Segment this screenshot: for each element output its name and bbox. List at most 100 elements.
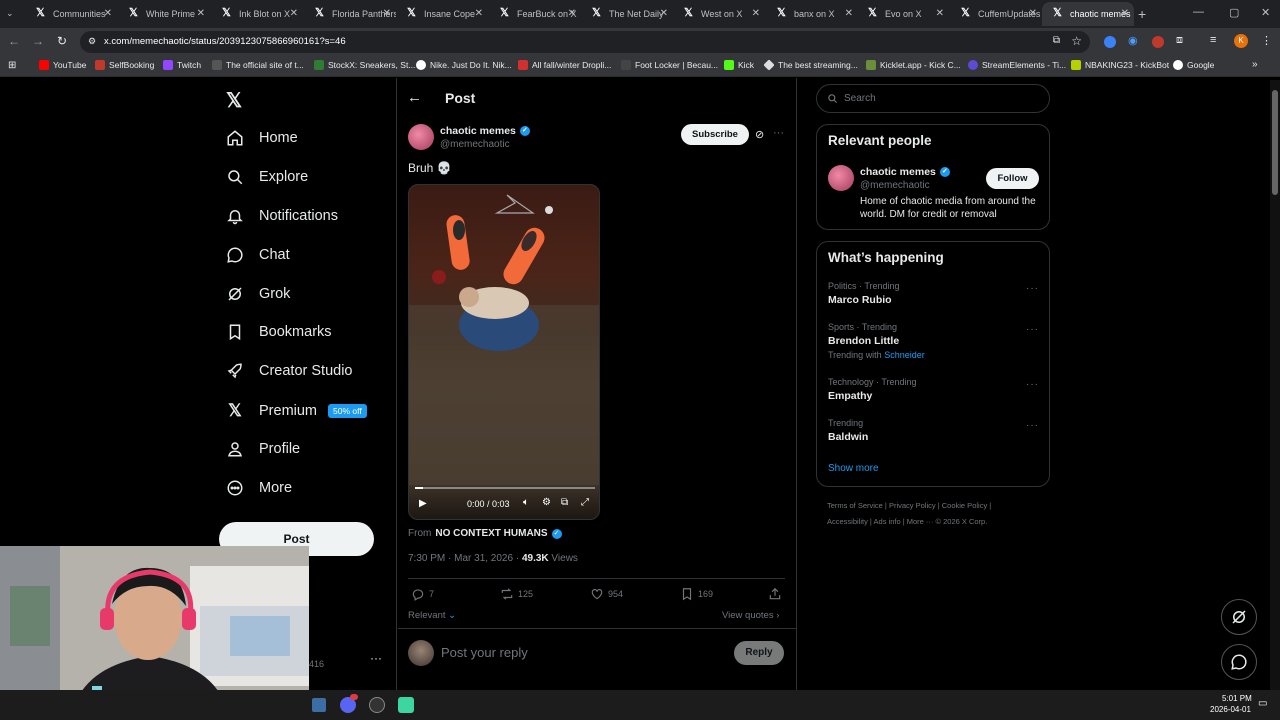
bookmark-item[interactable]: The best streaming... (763, 59, 858, 71)
taskbar-time[interactable]: 5:01 PM (1222, 694, 1252, 703)
bookmark-item[interactable]: Google (1173, 60, 1214, 70)
new-tab-icon[interactable]: + (1138, 6, 1146, 22)
bookmark-item[interactable]: The official site of t... (212, 60, 304, 70)
back-icon[interactable]: ← (8, 34, 20, 48)
bookmark-item[interactable]: YouTube (39, 60, 86, 70)
bookmark-item[interactable]: Twitch (163, 60, 201, 70)
browser-tab[interactable]: 𝕏 Evo on X ✕ (857, 2, 949, 26)
tab-search-icon[interactable]: ⌄ (6, 8, 20, 22)
account-switcher-count[interactable]: 416 (309, 659, 324, 669)
like-action[interactable]: 954 (590, 587, 623, 601)
bookmark-item[interactable]: Kicklet.app - Kick C... (866, 60, 961, 70)
install-icon[interactable]: ⧉ (1053, 35, 1060, 46)
bookmark-item[interactable]: Nike. Just Do It. Nik... (416, 60, 512, 70)
close-tab-icon[interactable]: ✕ (290, 8, 298, 19)
trend-more-icon[interactable]: ··· (1026, 283, 1039, 294)
close-tab-icon[interactable]: ✕ (1121, 8, 1129, 19)
nav-chat[interactable]: Chat (226, 246, 290, 264)
close-tab-icon[interactable]: ✕ (197, 8, 205, 19)
source-account-link[interactable]: NO CONTEXT HUMANS (435, 528, 547, 539)
subscribe-button[interactable]: Subscribe (681, 124, 749, 145)
browser-tab[interactable]: 𝕏 CuffemUpdates ✕ (950, 2, 1042, 26)
trend-more-icon[interactable]: ··· (1026, 324, 1039, 335)
reply-button[interactable]: Reply (734, 641, 784, 665)
bookmark-item[interactable]: StockX: Sneakers, St... (314, 60, 415, 70)
taskbar-app-icon[interactable] (398, 697, 414, 713)
show-more-link[interactable]: Show more (828, 463, 879, 474)
footer-links[interactable]: Terms of Service | Privacy Policy | Cook… (827, 501, 991, 510)
more-options-icon[interactable]: ··· (773, 127, 784, 139)
browser-tab[interactable]: 𝕏 Ink Blot on X ✕ (211, 2, 303, 26)
apps-grid-icon[interactable]: ⊞ (8, 60, 16, 71)
browser-tab[interactable]: 𝕏 Insane Cope ✕ (396, 2, 488, 26)
extension-icon[interactable] (1104, 36, 1116, 48)
author-name[interactable]: chaotic memes ✓ (440, 125, 530, 137)
nav-profile[interactable]: Profile (226, 440, 300, 458)
star-icon[interactable]: ☆ (1071, 34, 1082, 48)
person-name[interactable]: chaotic memes ✓ (860, 166, 950, 178)
close-tab-icon[interactable]: ✕ (104, 8, 112, 19)
messages-float-button[interactable] (1221, 644, 1257, 680)
trend-item[interactable]: Sports · Trending Brendon Little (828, 322, 899, 347)
share-action[interactable] (768, 587, 782, 601)
volume-icon[interactable]: 🔈︎ (523, 497, 529, 508)
page-scrollbar[interactable] (1270, 80, 1280, 690)
bookmark-item[interactable]: NBAKING23 - KickBot (1071, 60, 1169, 70)
trend-more-icon[interactable]: ··· (1026, 379, 1039, 390)
browser-tab-active[interactable]: 𝕏chaotic memes ✕ (1042, 2, 1134, 26)
menu-icon[interactable]: ⋮ (1261, 34, 1272, 47)
video-progress-bar[interactable] (415, 487, 595, 489)
close-tab-icon[interactable]: ✕ (1029, 8, 1037, 19)
nav-more[interactable]: More (226, 479, 292, 497)
nav-creator-studio[interactable]: Creator Studio (226, 362, 353, 380)
video-player[interactable]: ▶ 0:00 / 0:03 🔈︎ ⚙ ⧉ ⤢ (408, 184, 600, 520)
close-tab-icon[interactable]: ✕ (475, 8, 483, 19)
post-timestamp[interactable]: 7:30 PM · Mar 31, 2026 · (408, 553, 522, 564)
grok-analyze-icon[interactable]: ⊘ (755, 128, 764, 141)
follow-button[interactable]: Follow (986, 168, 1039, 189)
author-avatar[interactable] (408, 124, 434, 150)
reply-sort-dropdown[interactable]: Relevant ⌄ (408, 610, 456, 621)
trend-related-link[interactable]: Schneider (884, 350, 925, 360)
close-tab-icon[interactable]: ✕ (845, 8, 853, 19)
notification-center-icon[interactable]: ▭ (1258, 698, 1267, 709)
extensions-puzzle-icon[interactable]: ⧈ (1176, 34, 1183, 47)
address-bar[interactable]: ⚙ x.com/memechaotic/status/2039123075866… (80, 31, 1090, 53)
search-input[interactable]: Search (816, 84, 1050, 113)
bookmark-action[interactable]: 169 (680, 587, 713, 601)
browser-tab[interactable]: 𝕏 The Net Daily ✕ (581, 2, 673, 26)
minimize-icon[interactable]: — (1193, 6, 1204, 18)
site-info-icon[interactable]: ⚙ (88, 36, 96, 47)
close-tab-icon[interactable]: ✕ (936, 8, 944, 19)
bookmark-item[interactable]: Foot Locker | Becau... (621, 60, 718, 70)
close-tab-icon[interactable]: ✕ (568, 8, 576, 19)
play-icon[interactable]: ▶ (419, 498, 427, 509)
current-user-avatar[interactable] (408, 640, 434, 666)
back-arrow-icon[interactable]: ← (407, 89, 422, 106)
repost-action[interactable]: 125 (500, 587, 533, 601)
forward-icon[interactable]: → (32, 34, 44, 48)
account-more-icon[interactable]: ··· (370, 651, 382, 665)
person-handle[interactable]: @memechaotic (860, 180, 930, 191)
close-tab-icon[interactable]: ✕ (752, 8, 760, 19)
footer-links[interactable]: Accessibility | Ads info | More ··· © 20… (827, 517, 987, 526)
pip-icon[interactable]: ⧉ (561, 497, 568, 508)
browser-tab[interactable]: 𝕏 Florida Panthers ✕ (304, 2, 396, 26)
settings-gear-icon[interactable]: ⚙ (542, 497, 551, 508)
reply-action[interactable]: 7 (411, 587, 434, 601)
close-tab-icon[interactable]: ✕ (383, 8, 391, 19)
browser-tab[interactable]: 𝕏banx on X ✕ (766, 2, 858, 26)
nav-notifications[interactable]: Notifications (226, 207, 338, 225)
x-logo-icon[interactable]: 𝕏 (226, 88, 242, 113)
bookmark-item[interactable]: SelfBooking (95, 60, 154, 70)
taskbar-date[interactable]: 2026-04-01 (1210, 705, 1251, 714)
browser-tab[interactable]: 𝕏 White Prime ✕ (118, 2, 210, 26)
nav-explore[interactable]: Explore (226, 168, 308, 186)
bookmark-item[interactable]: StreamElements - Ti... (968, 60, 1066, 70)
close-tab-icon[interactable]: ✕ (660, 8, 668, 19)
nav-premium[interactable]: 𝕏 Premium 50% off (226, 401, 367, 421)
nav-grok[interactable]: Grok (226, 285, 290, 303)
close-window-icon[interactable]: ✕ (1261, 6, 1270, 19)
browser-tab[interactable]: 𝕏 FearBuck on X ✕ (489, 2, 581, 26)
trend-item[interactable]: Trending Baldwin (828, 418, 868, 443)
